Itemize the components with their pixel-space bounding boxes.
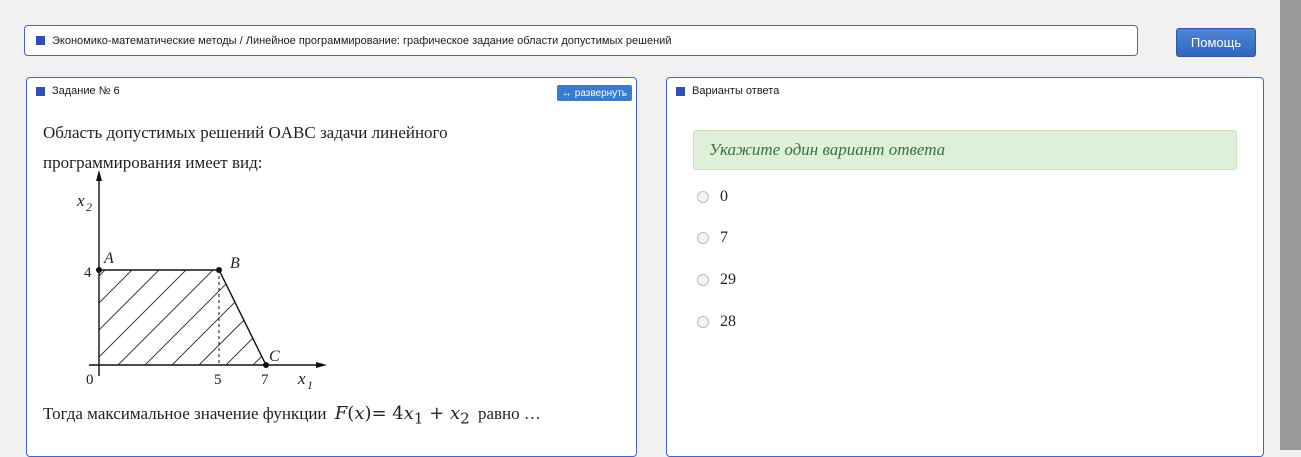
x-tick-5: 5 [214,372,222,388]
y-axis-subscript: 2 [86,200,92,214]
answers-panel: Варианты ответа Укажите один вариант отв… [666,77,1264,457]
formula-x1: x [403,403,414,424]
objective-formula: F(x)= 4x1 + x2 [334,403,470,428]
point-a [96,267,102,273]
answer-option-label: 28 [720,313,736,330]
point-b [216,267,222,273]
formula-plus: + [423,403,450,424]
task-panel: Задание № 6 ↔ развернуть Область допусти… [26,77,637,457]
breadcrumb-text: Экономико-математические методы / Линейн… [52,34,672,47]
expand-button[interactable]: ↔ развернуть [556,85,632,101]
feasible-region-graph: x 2 x 1 A B C 4 0 5 7 [76,170,327,392]
answers-title: Варианты ответа [692,85,780,97]
point-b-label: B [230,255,240,272]
answer-option[interactable]: 28 [697,313,736,331]
hatching [99,270,266,365]
x-tick-7: 7 [261,372,269,388]
answer-option-label: 7 [720,229,728,246]
x-axis-label: x [297,369,306,388]
expand-arrows-icon: ↔ [561,87,572,99]
formula-sub2: 2 [460,409,470,428]
expand-button-label: развернуть [574,87,627,99]
breadcrumb: Экономико-математические методы / Линейн… [24,25,1138,56]
question-before: Тогда максимальное значение функции [43,404,327,423]
answer-option[interactable]: 0 [697,188,728,206]
y-axis-arrow-icon [96,170,102,181]
x-axis-arrow-icon [316,362,327,368]
radio-button[interactable] [697,274,709,286]
point-c-label: C [269,348,280,365]
formula-eq: = 4 [371,403,404,424]
x-axis-subscript: 1 [307,378,313,392]
page-scrollbar[interactable] [1280,0,1301,450]
answer-option-label: 0 [720,188,728,205]
point-a-label: A [103,250,114,267]
origin-label: 0 [86,372,94,388]
answer-option-label: 29 [720,271,736,288]
formula-x: x [354,403,365,424]
breadcrumb-square-icon [36,36,45,45]
y-tick-4: 4 [84,265,92,281]
region-boundary [99,269,267,366]
answers-panel-header: Варианты ответа [667,78,1263,104]
radio-button[interactable] [697,191,709,203]
answer-option[interactable]: 29 [697,271,736,289]
formula-f: F [334,403,348,424]
task-question: Тогда максимальное значение функции F(x)… [43,403,541,428]
answers-square-icon [676,86,685,96]
y-axis-label: x [76,191,85,210]
answer-hint: Укажите один вариант ответа [693,130,1237,170]
question-after: равно … [477,404,541,423]
answer-option[interactable]: 7 [697,229,728,247]
help-button[interactable]: Помощь [1176,28,1256,57]
formula-x2: x [450,403,461,424]
radio-button[interactable] [697,316,709,328]
radio-button[interactable] [697,232,709,244]
